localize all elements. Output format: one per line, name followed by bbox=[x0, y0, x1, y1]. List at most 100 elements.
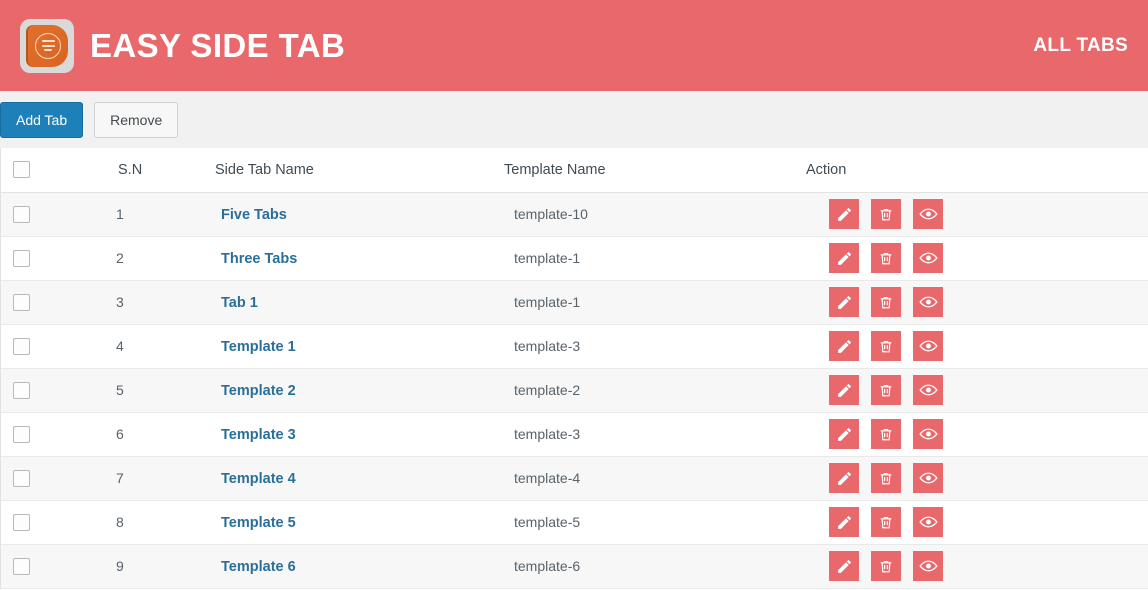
row-side-tab-name-cell: Template 6 bbox=[209, 544, 502, 588]
row-action-cell bbox=[804, 324, 1148, 368]
view-icon bbox=[919, 251, 938, 265]
edit-button[interactable] bbox=[829, 331, 859, 361]
delete-button[interactable] bbox=[871, 287, 901, 317]
table-row: 1Five Tabstemplate-10 bbox=[1, 192, 1148, 236]
edit-icon bbox=[836, 470, 853, 487]
view-icon bbox=[919, 427, 938, 441]
row-side-tab-name-cell: Five Tabs bbox=[209, 192, 502, 236]
row-template-name: template-4 bbox=[502, 456, 804, 500]
view-icon bbox=[919, 559, 938, 573]
view-button[interactable] bbox=[913, 419, 943, 449]
view-button[interactable] bbox=[913, 463, 943, 493]
edit-button[interactable] bbox=[829, 463, 859, 493]
row-serial-number: 6 bbox=[104, 412, 209, 456]
side-tab-name-link[interactable]: Template 5 bbox=[221, 515, 296, 531]
row-serial-number: 1 bbox=[104, 192, 209, 236]
view-icon bbox=[919, 383, 938, 397]
row-action-cell bbox=[804, 368, 1148, 412]
row-side-tab-name-cell: Three Tabs bbox=[209, 236, 502, 280]
row-checkbox[interactable] bbox=[13, 470, 30, 487]
view-button[interactable] bbox=[913, 507, 943, 537]
row-template-name: template-3 bbox=[502, 412, 804, 456]
brand: EASY SIDE TAB bbox=[20, 19, 345, 73]
edit-icon bbox=[836, 250, 853, 267]
edit-button[interactable] bbox=[829, 551, 859, 581]
row-serial-number: 7 bbox=[104, 456, 209, 500]
row-checkbox[interactable] bbox=[13, 558, 30, 575]
row-checkbox[interactable] bbox=[13, 514, 30, 531]
table-row: 6 Template 3 template-3 bbox=[1, 412, 1148, 456]
row-template-name: template-5 bbox=[502, 500, 804, 544]
row-actions bbox=[816, 463, 1148, 493]
view-button[interactable] bbox=[913, 199, 943, 229]
row-actions bbox=[816, 331, 1148, 361]
row-action-cell bbox=[804, 280, 1148, 324]
row-select-cell bbox=[1, 412, 104, 456]
column-header-side-tab-name: Side Tab Name bbox=[209, 148, 502, 192]
side-tab-name-link[interactable]: Template 1 bbox=[221, 339, 296, 355]
edit-button[interactable] bbox=[829, 243, 859, 273]
side-tab-name-link[interactable]: Template 2 bbox=[221, 383, 296, 399]
delete-button[interactable] bbox=[871, 463, 901, 493]
side-tab-name-link[interactable]: Three Tabs bbox=[221, 251, 297, 267]
row-checkbox[interactable] bbox=[13, 426, 30, 443]
row-action-cell bbox=[804, 500, 1148, 544]
view-button[interactable] bbox=[913, 375, 943, 405]
view-button[interactable] bbox=[913, 243, 943, 273]
delete-button[interactable] bbox=[871, 507, 901, 537]
edit-button[interactable] bbox=[829, 419, 859, 449]
select-all-checkbox[interactable] bbox=[13, 161, 30, 178]
delete-button[interactable] bbox=[871, 199, 901, 229]
view-icon bbox=[919, 339, 938, 353]
row-checkbox[interactable] bbox=[13, 250, 30, 267]
row-checkbox[interactable] bbox=[13, 294, 30, 311]
row-side-tab-name-cell: Template 1 bbox=[209, 324, 502, 368]
row-checkbox[interactable] bbox=[13, 338, 30, 355]
row-select-cell bbox=[1, 368, 104, 412]
delete-button[interactable] bbox=[871, 375, 901, 405]
side-tab-name-link[interactable]: Five Tabs bbox=[221, 207, 287, 223]
view-button[interactable] bbox=[913, 551, 943, 581]
row-side-tab-name-cell: Template 2 bbox=[209, 368, 502, 412]
table-row: 3Tab 1template-1 bbox=[1, 280, 1148, 324]
row-actions bbox=[816, 419, 1148, 449]
delete-button[interactable] bbox=[871, 551, 901, 581]
tabs-table-container: S.N Side Tab Name Template Name Action 1… bbox=[0, 148, 1148, 589]
edit-button[interactable] bbox=[829, 287, 859, 317]
side-tab-name-link[interactable]: Template 3 bbox=[221, 427, 296, 443]
row-serial-number: 2 bbox=[104, 236, 209, 280]
app-header: EASY SIDE TAB ALL TABS bbox=[0, 0, 1148, 91]
row-select-cell bbox=[1, 192, 104, 236]
delete-button[interactable] bbox=[871, 243, 901, 273]
remove-button[interactable]: Remove bbox=[94, 102, 178, 138]
edit-button[interactable] bbox=[829, 375, 859, 405]
row-side-tab-name-cell: Template 3 bbox=[209, 412, 502, 456]
row-action-cell bbox=[804, 236, 1148, 280]
side-tab-name-link[interactable]: Tab 1 bbox=[221, 295, 258, 311]
side-tab-name-link[interactable]: Template 4 bbox=[221, 471, 296, 487]
tabs-table: S.N Side Tab Name Template Name Action 1… bbox=[1, 148, 1148, 589]
view-button[interactable] bbox=[913, 287, 943, 317]
column-header-action: Action bbox=[804, 148, 1148, 192]
row-actions bbox=[816, 243, 1148, 273]
column-header-template-name: Template Name bbox=[502, 148, 804, 192]
row-actions bbox=[816, 287, 1148, 317]
edit-button[interactable] bbox=[829, 507, 859, 537]
view-button[interactable] bbox=[913, 331, 943, 361]
delete-icon bbox=[878, 382, 894, 399]
view-icon bbox=[919, 471, 938, 485]
row-checkbox[interactable] bbox=[13, 382, 30, 399]
add-tab-button[interactable]: Add Tab bbox=[0, 102, 83, 138]
side-tab-name-link[interactable]: Template 6 bbox=[221, 559, 296, 575]
all-tabs-label: ALL TABS bbox=[1033, 35, 1128, 57]
edit-button[interactable] bbox=[829, 199, 859, 229]
row-checkbox[interactable] bbox=[13, 206, 30, 223]
toolbar: Add Tab Remove bbox=[0, 91, 1148, 148]
delete-button[interactable] bbox=[871, 419, 901, 449]
delete-button[interactable] bbox=[871, 331, 901, 361]
row-template-name: template-2 bbox=[502, 368, 804, 412]
edit-icon bbox=[836, 338, 853, 355]
row-template-name: template-1 bbox=[502, 236, 804, 280]
row-template-name: template-1 bbox=[502, 280, 804, 324]
row-actions bbox=[816, 375, 1148, 405]
